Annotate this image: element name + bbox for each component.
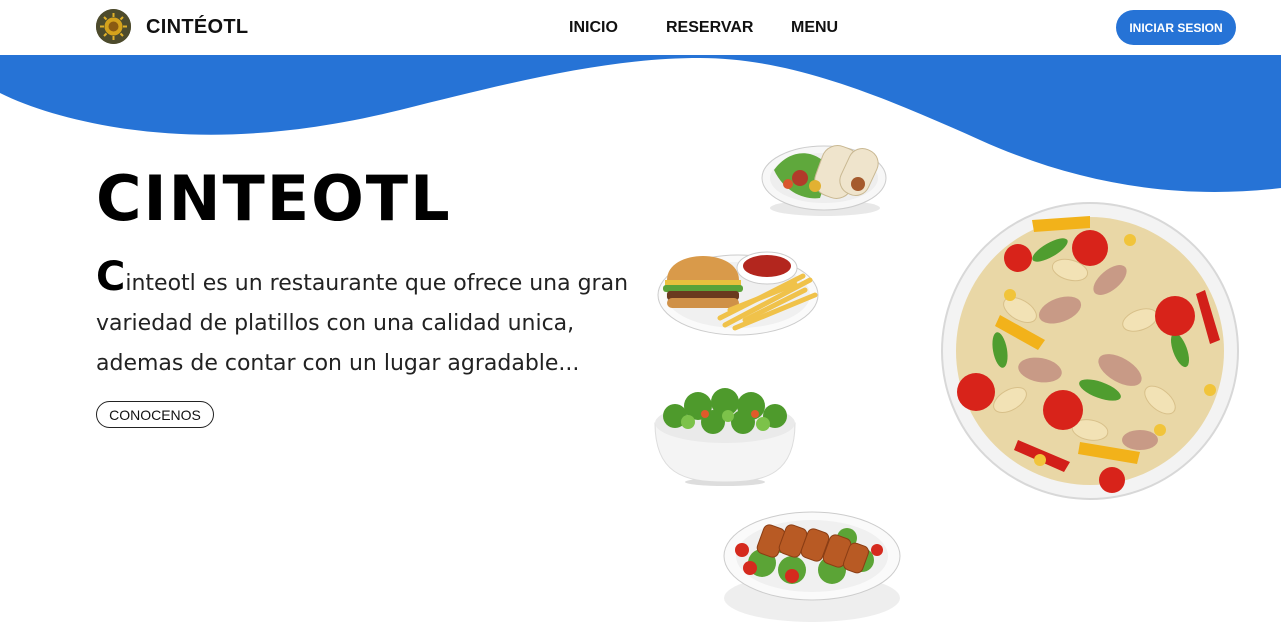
login-button[interactable]: INICIAR SESION — [1116, 10, 1236, 45]
chicken-salad-plate-image — [723, 511, 901, 622]
pasta-salad-bowl-image — [941, 202, 1239, 500]
burrito-plate-image — [761, 145, 887, 216]
top-navbar: CINTÉOTL INICIO RESERVAR MENU INICIAR SE… — [0, 0, 1281, 55]
brand-name[interactable]: CINTÉOTL — [146, 16, 248, 39]
burger-fries-image — [657, 251, 819, 336]
hero-description: Cinteotl es un restaurante que ofrece un… — [96, 257, 636, 384]
green-salad-bowl-image — [654, 388, 796, 486]
sun-emblem-icon — [96, 9, 131, 44]
hero-dropcap: C — [96, 254, 126, 300]
hero-description-text: inteotl es un restaurante que ofrece una… — [96, 271, 629, 376]
hero-title: CINTEOTL — [96, 162, 452, 235]
nav-menu[interactable]: MENU — [791, 19, 838, 37]
logo[interactable] — [96, 9, 131, 44]
nav-inicio[interactable]: INICIO — [569, 19, 618, 37]
nav-reservar[interactable]: RESERVAR — [666, 19, 753, 37]
conocenos-button[interactable]: CONOCENOS — [96, 401, 214, 428]
